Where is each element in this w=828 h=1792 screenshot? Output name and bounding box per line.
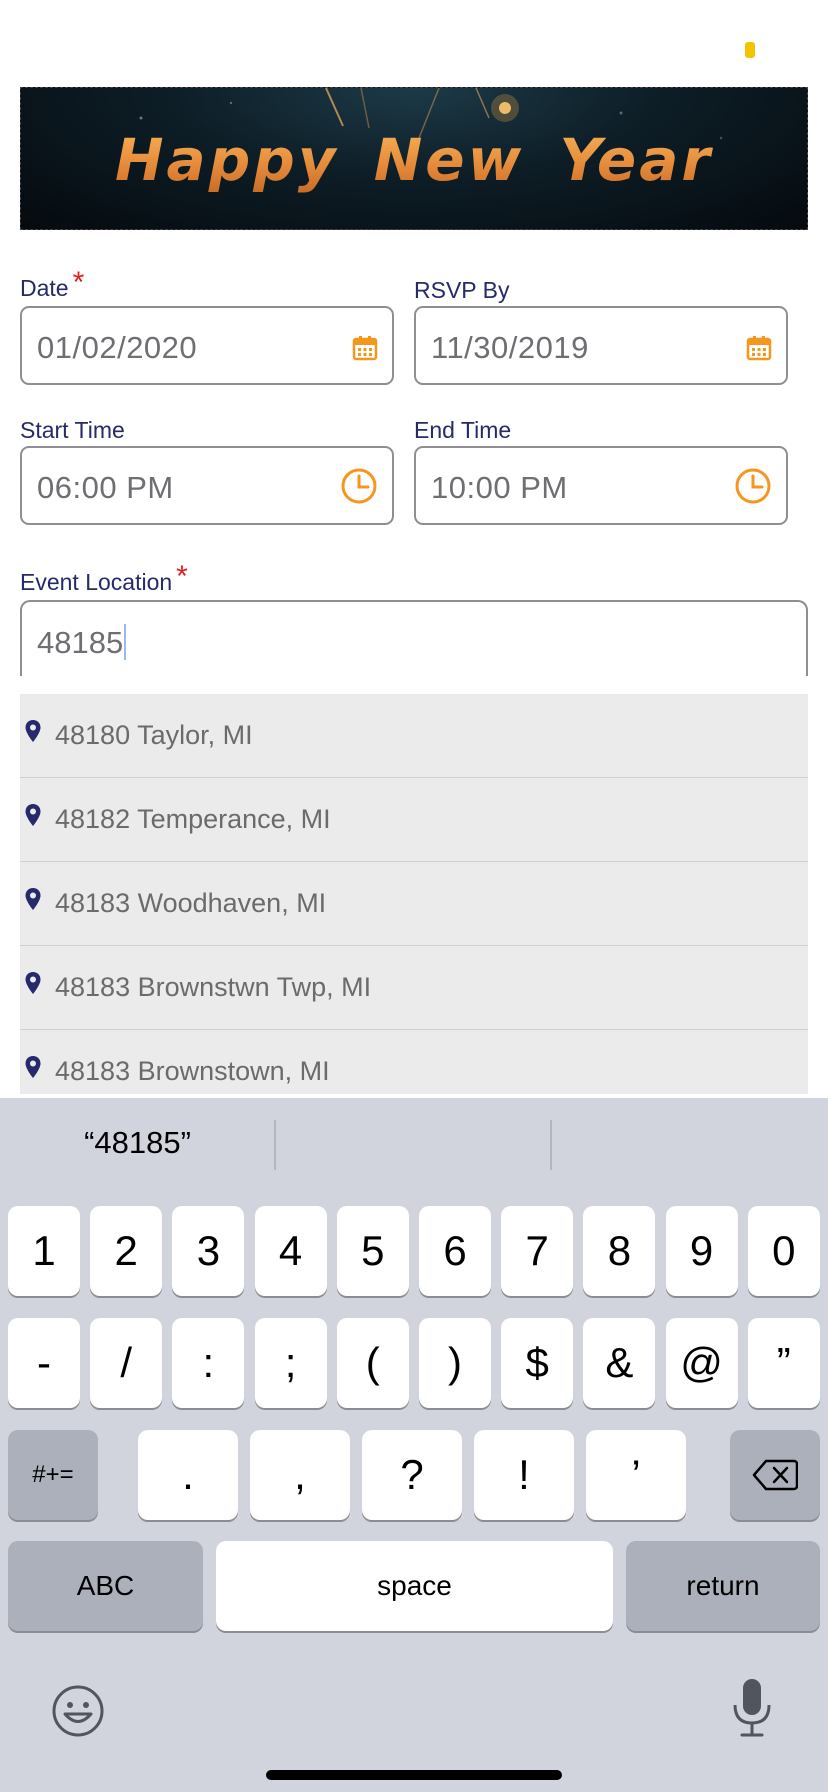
rsvp-value: 11/30/2019 — [431, 330, 589, 365]
return-key[interactable]: return — [626, 1541, 820, 1631]
date-label-text: Date — [20, 275, 69, 301]
required-mark: * — [176, 560, 188, 593]
key-4[interactable]: ( — [336, 1318, 409, 1408]
suggestion-item[interactable]: 48182 Temperance, MI — [20, 778, 808, 862]
key-3[interactable]: ; — [254, 1318, 327, 1408]
map-pin-icon — [24, 887, 42, 916]
map-pin-icon — [24, 1055, 42, 1084]
key-9[interactable]: 0 — [747, 1206, 820, 1296]
keyboard: “48185” 1234567890 - /:;() $ & @” #+= .,?!’ … — [0, 1098, 828, 1792]
key-8[interactable]: 9 — [665, 1206, 738, 1296]
status-indicator — [745, 42, 755, 58]
key-1[interactable]: 2 — [90, 1206, 163, 1296]
key-0[interactable]: - — [8, 1318, 80, 1408]
map-pin-icon — [24, 719, 42, 748]
key-4[interactable]: 5 — [336, 1206, 409, 1296]
suggestion-text: 48183 Woodhaven, MI — [55, 888, 327, 918]
suggestion-item[interactable]: 48183 Brownstwn Twp, MI — [20, 946, 808, 1030]
key-7[interactable]: 8 — [583, 1206, 656, 1296]
key-8[interactable]: @ — [665, 1318, 738, 1408]
key-3[interactable]: 4 — [254, 1206, 327, 1296]
key-2[interactable]: : — [172, 1318, 245, 1408]
suggestion-text: 48180 Taylor, MI — [55, 720, 253, 750]
prediction-empty[interactable] — [276, 1098, 551, 1188]
key-1[interactable]: / — [90, 1318, 163, 1408]
suggestion-item[interactable]: 48183 Brownstown, MI — [20, 1030, 808, 1094]
symbols-toggle-key[interactable]: #+= — [8, 1430, 98, 1520]
start-time-label: Start Time — [20, 417, 125, 443]
key-5[interactable]: 6 — [419, 1206, 491, 1296]
suggestion-text: 48183 Brownstwn Twp, MI — [55, 972, 372, 1002]
home-indicator — [266, 1770, 562, 1780]
key-9[interactable]: ” — [747, 1318, 820, 1408]
event-location-label-text: Event Location — [20, 569, 173, 595]
event-location-input[interactable]: 48185 — [20, 600, 808, 676]
key-3[interactable]: ! — [474, 1430, 574, 1520]
event-banner: Happy New Year — [20, 87, 808, 230]
start-time-value: 06:00 PM — [37, 470, 174, 505]
calendar-icon[interactable] — [746, 335, 772, 366]
end-time-field[interactable]: 10:00 PM — [414, 446, 788, 525]
start-time-field[interactable]: 06:00 PM — [20, 446, 394, 525]
date-label: Date * — [20, 266, 84, 304]
key-0[interactable]: 1 — [8, 1206, 80, 1296]
rsvp-field[interactable]: 11/30/2019 — [414, 306, 788, 385]
abc-key[interactable]: ABC — [8, 1541, 203, 1631]
suggestion-text: 48182 Temperance, MI — [55, 804, 331, 834]
event-location-label: Event Location * — [20, 560, 188, 598]
key-2[interactable]: 3 — [172, 1206, 245, 1296]
suggestion-text: 48183 Brownstown, MI — [55, 1056, 330, 1086]
key-6[interactable]: 7 — [501, 1206, 574, 1296]
emoji-icon[interactable] — [50, 1683, 106, 1744]
text-cursor — [124, 623, 127, 660]
key-1[interactable]: , — [250, 1430, 350, 1520]
calendar-icon[interactable] — [352, 335, 378, 366]
prediction-bar: “48185” — [0, 1098, 828, 1188]
map-pin-icon — [24, 971, 42, 1000]
date-value: 01/02/2020 — [37, 330, 198, 365]
event-location-value: 48185 — [37, 625, 124, 660]
clock-icon[interactable] — [734, 467, 772, 510]
required-mark: * — [72, 266, 85, 299]
key-7[interactable]: & — [583, 1318, 656, 1408]
rsvp-label: RSVP By — [414, 277, 510, 303]
clock-icon[interactable] — [340, 467, 378, 510]
key-5[interactable]: ) — [419, 1318, 491, 1408]
microphone-icon[interactable] — [731, 1677, 773, 1744]
suggestion-item[interactable]: 48183 Woodhaven, MI — [20, 862, 808, 946]
end-time-label: End Time — [414, 417, 512, 443]
prediction-empty[interactable] — [552, 1098, 828, 1188]
key-2[interactable]: ? — [362, 1430, 462, 1520]
key-4[interactable]: ’ — [586, 1430, 686, 1520]
map-pin-icon — [24, 803, 42, 832]
suggestion-item[interactable]: 48180 Taylor, MI — [20, 694, 808, 778]
space-key[interactable]: space — [216, 1541, 613, 1631]
end-time-value: 10:00 PM — [431, 470, 568, 505]
prediction-suggestion[interactable]: “48185” — [0, 1098, 275, 1188]
key-0[interactable]: . — [138, 1430, 238, 1520]
banner-title: Happy New Year — [21, 126, 807, 194]
date-field[interactable]: 01/02/2020 — [20, 306, 394, 385]
delete-key[interactable] — [730, 1430, 820, 1520]
location-suggestions: 48180 Taylor, MI 48182 Temperance, MI 48… — [20, 694, 808, 1094]
backspace-icon — [752, 1459, 798, 1491]
key-6[interactable]: $ — [501, 1318, 574, 1408]
